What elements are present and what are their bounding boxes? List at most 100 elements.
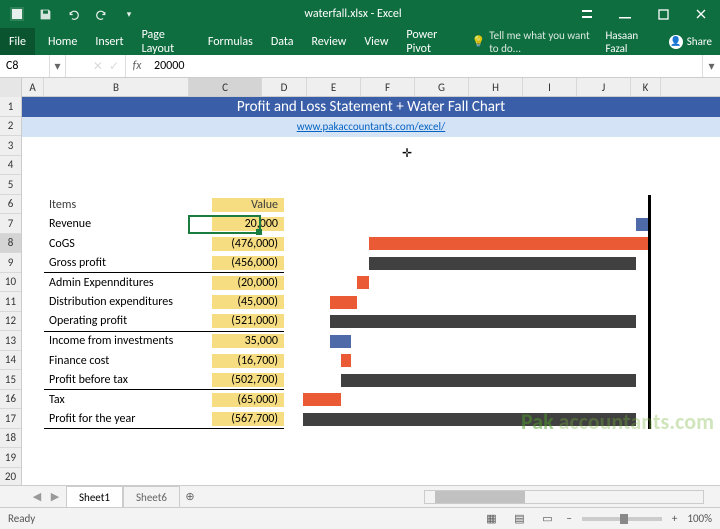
column-header-E[interactable]: E [307, 78, 361, 96]
tab-home[interactable]: Home [39, 28, 86, 55]
redo-icon[interactable] [92, 5, 110, 23]
fx-icon[interactable]: fx [126, 59, 148, 73]
add-sheet-button[interactable]: ⊕ [180, 490, 200, 503]
zoom-in-button[interactable]: + [672, 512, 677, 525]
enter-formula-icon[interactable]: ✓ [109, 59, 119, 74]
row-header-20[interactable]: 20 [0, 468, 21, 486]
source-link[interactable]: www.pakaccountants.com/excel/ [297, 120, 446, 133]
tab-file[interactable]: File [0, 28, 35, 55]
normal-view-icon[interactable]: ▦ [482, 511, 500, 527]
share-button[interactable]: 👤 Share [661, 35, 720, 49]
worksheet-grid[interactable]: 123456789101112131415161718192021 ABCDEF… [0, 78, 720, 485]
table-row: Admin Expennditures(20,000) [44, 273, 284, 293]
column-header-G[interactable]: G [415, 78, 469, 96]
row-header-7[interactable]: 7 [0, 214, 21, 234]
column-header-F[interactable]: F [361, 78, 415, 96]
row-header-6[interactable]: 6 [0, 195, 21, 215]
item-cell: Operating profit [44, 314, 212, 328]
column-header-J[interactable]: J [577, 78, 631, 96]
formula-bar-buttons: ✕ ✓ [66, 55, 126, 77]
row-header-14[interactable]: 14 [0, 351, 21, 371]
row-header-18[interactable]: 18 [0, 429, 21, 449]
qat-customize-icon[interactable]: ▾ [120, 5, 138, 23]
page-layout-view-icon[interactable]: ▤ [510, 511, 528, 527]
chart-row [284, 371, 720, 391]
column-header-H[interactable]: H [469, 78, 523, 96]
ribbon-options-icon[interactable] [568, 0, 606, 28]
sheet-nav-next-icon[interactable]: ▶ [48, 490, 62, 504]
row-header-11[interactable]: 11 [0, 292, 21, 312]
bar-decrease [330, 296, 356, 309]
maximize-button[interactable] [644, 0, 682, 28]
tab-power-pivot[interactable]: Power Pivot [397, 28, 463, 55]
row-header-1[interactable]: 1 [0, 97, 21, 117]
cells-area[interactable]: Profit and Loss Statement + Water Fall C… [22, 97, 720, 485]
excel-icon [8, 5, 26, 23]
tab-view[interactable]: View [355, 28, 397, 55]
row-header-2[interactable]: 2 [0, 117, 21, 137]
value-cell: (65,000) [212, 393, 284, 407]
minimize-button[interactable] [606, 0, 644, 28]
column-header-B[interactable]: B [44, 78, 189, 96]
item-cell: Revenue [44, 217, 212, 231]
row-header-9[interactable]: 9 [0, 253, 21, 273]
bar-total [330, 315, 636, 328]
column-headers[interactable]: ABCDEFGHIJK [22, 78, 720, 97]
scrollbar-thumb[interactable] [435, 491, 525, 503]
name-box-dropdown-icon[interactable]: ▾ [50, 55, 66, 77]
row-header-8[interactable]: 8 [0, 234, 21, 254]
row-header-5[interactable]: 5 [0, 175, 21, 195]
lightbulb-icon: 💡 [472, 35, 486, 48]
column-header-D[interactable]: D [262, 78, 307, 96]
row-header-12[interactable]: 12 [0, 312, 21, 332]
account-name[interactable]: Hasaan Fazal [597, 29, 660, 55]
close-button[interactable] [682, 0, 720, 28]
tab-data[interactable]: Data [262, 28, 303, 55]
column-header-I[interactable]: I [523, 78, 577, 96]
table-row: Profit before tax(502,700) [44, 371, 284, 391]
row-header-13[interactable]: 13 [0, 331, 21, 351]
sheet-tab-active[interactable]: Sheet1 [66, 486, 123, 508]
row-header-17[interactable]: 17 [0, 409, 21, 429]
table-row: CoGS(476,000) [44, 234, 284, 254]
row-header-10[interactable]: 10 [0, 273, 21, 293]
name-box[interactable]: C8 [0, 55, 50, 77]
bar-decrease [303, 393, 341, 406]
row-header-19[interactable]: 19 [0, 448, 21, 468]
item-cell: Profit before tax [44, 373, 212, 387]
table-row: Revenue20,000 [44, 215, 284, 235]
tab-insert[interactable]: Insert [86, 28, 132, 55]
ribbon-tabs: File HomeInsertPage LayoutFormulasDataRe… [0, 28, 720, 55]
zoom-level[interactable]: 100% [687, 512, 712, 525]
column-header-C[interactable]: C [189, 78, 262, 96]
tab-formulas[interactable]: Formulas [199, 28, 262, 55]
column-header-K[interactable]: K [631, 78, 661, 96]
sheet-tab-sheet6[interactable]: Sheet6 [123, 486, 180, 508]
tab-page-layout[interactable]: Page Layout [133, 28, 199, 55]
row-header-16[interactable]: 16 [0, 390, 21, 410]
row-header-15[interactable]: 15 [0, 370, 21, 390]
page-break-view-icon[interactable]: ▭ [538, 511, 556, 527]
bar-increase [330, 335, 351, 348]
tab-review[interactable]: Review [302, 28, 355, 55]
horizontal-scrollbar[interactable] [424, 490, 704, 504]
row-header-4[interactable]: 4 [0, 156, 21, 176]
cancel-formula-icon[interactable]: ✕ [93, 59, 103, 74]
save-icon[interactable] [36, 5, 54, 23]
tell-me-search[interactable]: 💡 Tell me what you want to do... [472, 29, 598, 55]
row-header-3[interactable]: 3 [0, 136, 21, 156]
zoom-slider[interactable] [582, 517, 662, 521]
formula-bar: C8 ▾ ✕ ✓ fx 20000 ▾ [0, 55, 720, 78]
column-header-A[interactable]: A [22, 78, 44, 96]
zoom-slider-thumb[interactable] [620, 514, 628, 524]
formula-bar-expand-icon[interactable]: ▾ [702, 55, 720, 77]
window-title: waterfall.xlsx - Excel [138, 7, 568, 21]
sheet-nav-prev-icon[interactable]: ◀ [30, 490, 44, 504]
zoom-out-button[interactable]: − [566, 512, 571, 525]
quick-access-toolbar: ▾ [0, 5, 138, 23]
row-headers[interactable]: 123456789101112131415161718192021 [0, 78, 22, 485]
undo-icon[interactable] [64, 5, 82, 23]
status-bar: Ready ▦ ▤ ▭ − + 100% [0, 507, 720, 529]
formula-input[interactable]: 20000 [148, 55, 702, 77]
table-row: Profit for the year(567,700) [44, 410, 284, 430]
